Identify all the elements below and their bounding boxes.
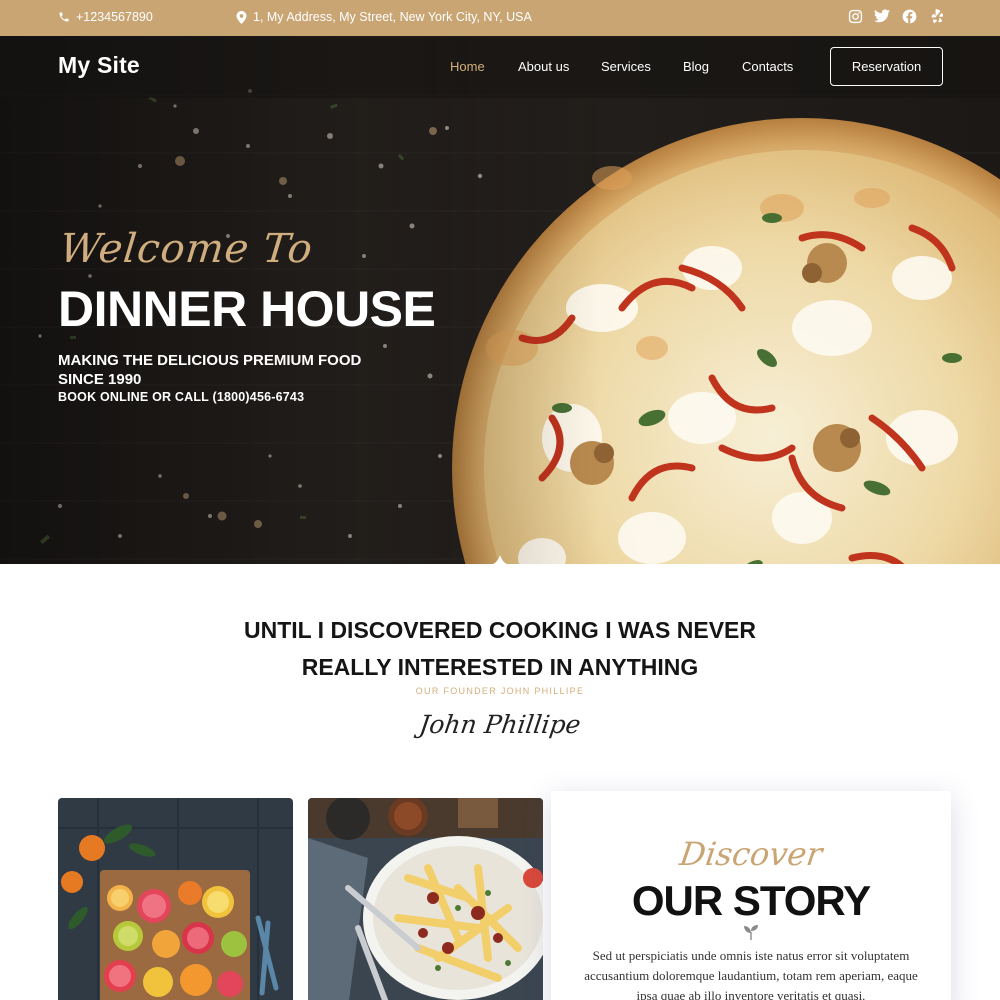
quote-line-2: REALLY INTERESTED IN ANYTHING [301, 654, 699, 680]
hero-section: My Site Home About us Services Blog Cont… [0, 36, 1000, 564]
phone-contact[interactable]: +1234567890 [58, 10, 153, 24]
pasta-plate-image [308, 798, 543, 1000]
nav-item-contacts[interactable]: Contacts [742, 59, 793, 74]
yelp-icon[interactable] [928, 8, 944, 24]
phone-icon [59, 12, 69, 22]
reservation-button[interactable]: Reservation [830, 47, 943, 86]
welcome-script: Welcome To [57, 226, 316, 272]
nav-item-about-us[interactable]: About us [518, 59, 569, 74]
hero-headline: DINNER HOUSE [58, 281, 436, 337]
twitter-icon[interactable] [874, 8, 890, 24]
location-pin-icon [236, 10, 247, 24]
founder-caption: OUR FOUNDER JOHN PHILLIPE [415, 686, 585, 696]
facebook-icon[interactable] [901, 8, 917, 24]
story-title: OUR STORY [631, 877, 871, 924]
quote-line-1: UNTIL I DISCOVERED COOKING I WAS NEVER [243, 617, 757, 643]
top-bar: +1234567890 1, My Address, My Street, Ne… [0, 0, 1000, 36]
nav-item-blog[interactable]: Blog [683, 59, 709, 74]
social-links [847, 8, 944, 24]
citrus-board-image [58, 798, 293, 1000]
phone-number: +1234567890 [76, 10, 153, 24]
instagram-icon[interactable] [847, 8, 863, 24]
our-story-card: Discover OUR STORY Sed ut perspiciatis u… [551, 791, 951, 1000]
founder-quote: UNTIL I DISCOVERED COOKING I WAS NEVER R… [0, 612, 1000, 686]
section-divider-notch [490, 555, 510, 565]
address-contact: 1, My Address, My Street, New York City,… [236, 10, 532, 24]
hero-cta-text: BOOK ONLINE OR CALL (1800)456-6743 [58, 390, 305, 404]
hero-subheading: MAKING THE DELICIOUS PREMIUM FOOD SINCE … [58, 352, 362, 388]
story-paragraph: Sed ut perspiciatis unde omnis iste natu… [584, 948, 918, 1000]
address-text: 1, My Address, My Street, New York City,… [253, 10, 532, 24]
leaf-divider-icon [744, 925, 758, 940]
nav-item-home[interactable]: Home [450, 59, 485, 74]
site-logo[interactable]: My Site [58, 52, 140, 79]
nav-item-services[interactable]: Services [601, 59, 651, 74]
main-navigation: My Site Home About us Services Blog Cont… [0, 36, 1000, 98]
founder-signature: John Phillipe [417, 710, 583, 739]
discover-script: Discover [677, 835, 825, 873]
